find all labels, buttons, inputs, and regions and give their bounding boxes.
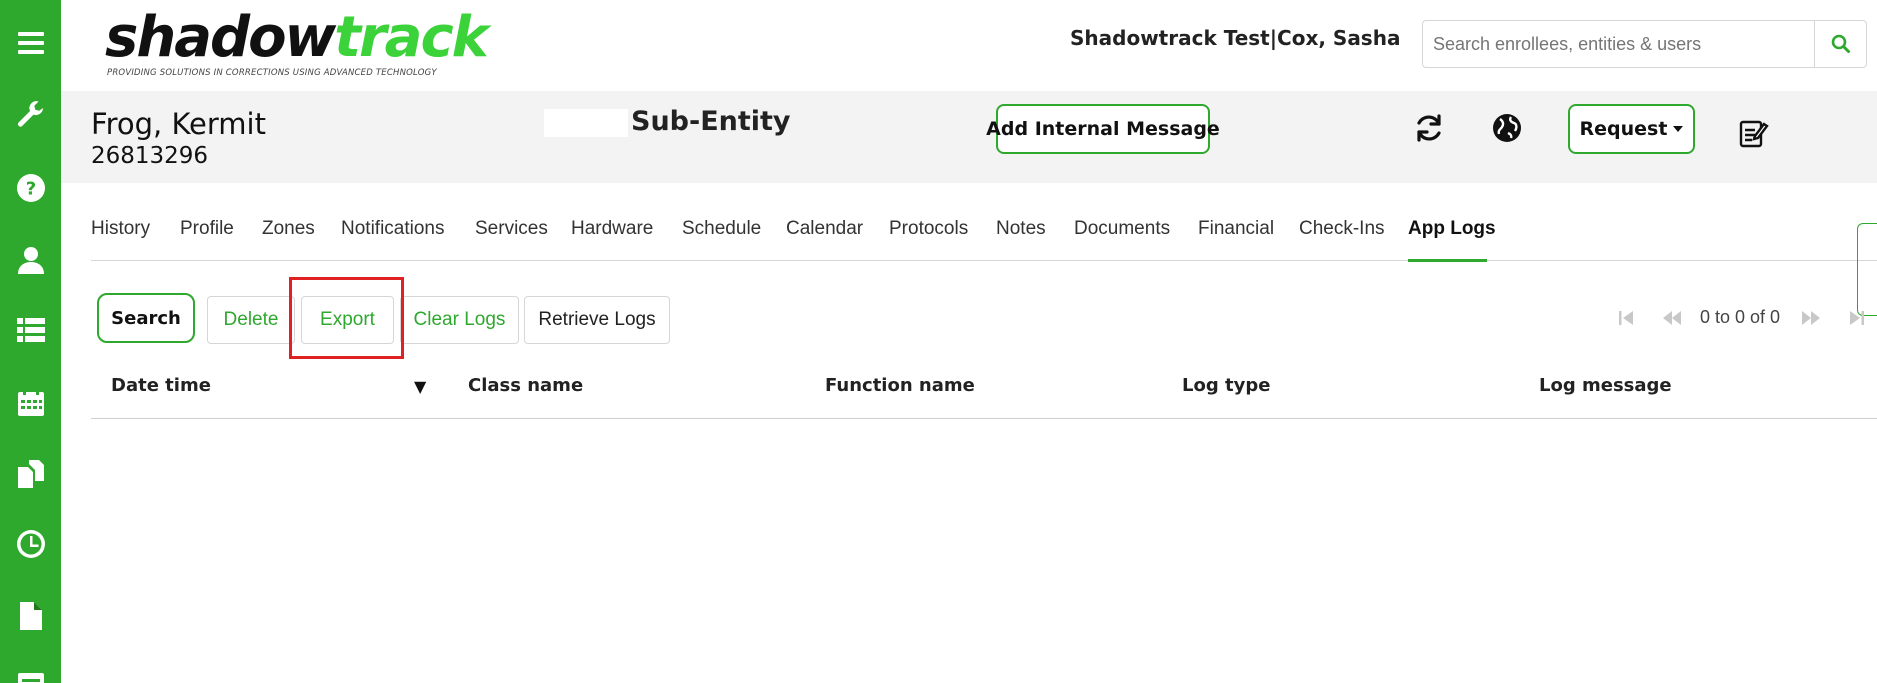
side-panel-handle[interactable] [1857, 223, 1877, 316]
next-page-icon[interactable] [1799, 306, 1823, 330]
column-date-time[interactable]: Date time [111, 375, 211, 396]
tab-documents[interactable]: Documents [1074, 218, 1170, 240]
active-tab-indicator [1408, 259, 1487, 262]
global-search-input[interactable] [1423, 21, 1814, 67]
caret-down-icon [1673, 126, 1684, 132]
globe-icon[interactable] [1489, 110, 1525, 146]
tab-history[interactable]: History [91, 218, 150, 240]
export-highlight-box [289, 277, 404, 359]
sidebar: ? [0, 0, 61, 683]
tab-notifications[interactable]: Notifications [341, 218, 445, 240]
top-header: shadowtrack PROVIDING SOLUTIONS IN CORRE… [61, 0, 1877, 91]
add-internal-message-button[interactable]: Add Internal Message [986, 104, 1220, 154]
delete-button[interactable]: Delete [207, 296, 295, 344]
last-page-icon[interactable] [1845, 306, 1869, 330]
tab-check-ins[interactable]: Check-Ins [1299, 218, 1385, 240]
svg-text:?: ? [25, 179, 35, 200]
first-page-icon[interactable] [1614, 306, 1638, 330]
calendar-icon[interactable] [0, 372, 61, 432]
previous-page-icon[interactable] [1660, 306, 1684, 330]
tab-bar: History Profile Zones Notifications Serv… [91, 203, 1877, 262]
logo-text-track: track [334, 5, 489, 70]
request-dropdown[interactable]: Request [1568, 104, 1695, 154]
documents-icon[interactable] [0, 444, 61, 504]
tab-hardware[interactable]: Hardware [571, 218, 653, 240]
tab-financial[interactable]: Financial [1198, 218, 1274, 240]
list-icon[interactable] [0, 300, 61, 360]
sort-descending-icon[interactable]: ▼ [414, 377, 426, 396]
clear-logs-button[interactable]: Clear Logs [400, 296, 519, 344]
pager-status: 0 to 0 of 0 [1700, 306, 1781, 327]
column-log-type[interactable]: Log type [1182, 375, 1270, 396]
entity-name: Sub-Entity [631, 106, 791, 137]
report-icon[interactable] [0, 656, 61, 683]
tab-profile[interactable]: Profile [180, 218, 234, 240]
user-info: Shadowtrack Test|Cox, Sasha [1070, 26, 1401, 50]
file-icon[interactable] [0, 586, 61, 646]
redacted-entity-name [544, 109, 628, 137]
logo-text-shadow: shadow [105, 5, 336, 70]
wrench-icon[interactable] [0, 86, 61, 146]
search-button[interactable] [1814, 21, 1866, 67]
retrieve-logs-button[interactable]: Retrieve Logs [524, 296, 670, 344]
request-label: Request [1579, 118, 1668, 140]
tab-schedule[interactable]: Schedule [682, 218, 761, 240]
menu-icon[interactable] [0, 13, 61, 73]
logo-tagline: PROVIDING SOLUTIONS IN CORRECTIONS USING… [107, 68, 437, 78]
enrollee-id: 26813296 [91, 143, 209, 169]
search-logs-button[interactable]: Search [97, 293, 195, 343]
refresh-icon[interactable] [1411, 110, 1447, 146]
clock-icon[interactable] [0, 514, 61, 574]
tab-calendar[interactable]: Calendar [786, 218, 863, 240]
logs-table-header: Date time ▼ Class name Function name Log… [91, 364, 1877, 419]
enrollee-bar: Frog, Kermit 26813296 Sub-Entity Add Int… [61, 91, 1877, 183]
help-icon[interactable]: ? [0, 158, 61, 218]
shadowtrack-logo[interactable]: shadowtrack PROVIDING SOLUTIONS IN CORRE… [105, 5, 489, 80]
tab-notes[interactable]: Notes [996, 218, 1046, 240]
tab-zones[interactable]: Zones [262, 218, 315, 240]
user-icon[interactable] [0, 230, 61, 290]
column-log-message[interactable]: Log message [1539, 375, 1672, 396]
tab-protocols[interactable]: Protocols [889, 218, 968, 240]
tab-services[interactable]: Services [475, 218, 548, 240]
column-function-name[interactable]: Function name [825, 375, 975, 396]
global-search [1422, 20, 1867, 68]
search-icon [1831, 34, 1850, 53]
column-class-name[interactable]: Class name [468, 375, 583, 396]
tab-app-logs[interactable]: App Logs [1408, 218, 1496, 240]
enrollee-name: Frog, Kermit [91, 107, 266, 141]
edit-note-icon[interactable] [1735, 114, 1771, 150]
